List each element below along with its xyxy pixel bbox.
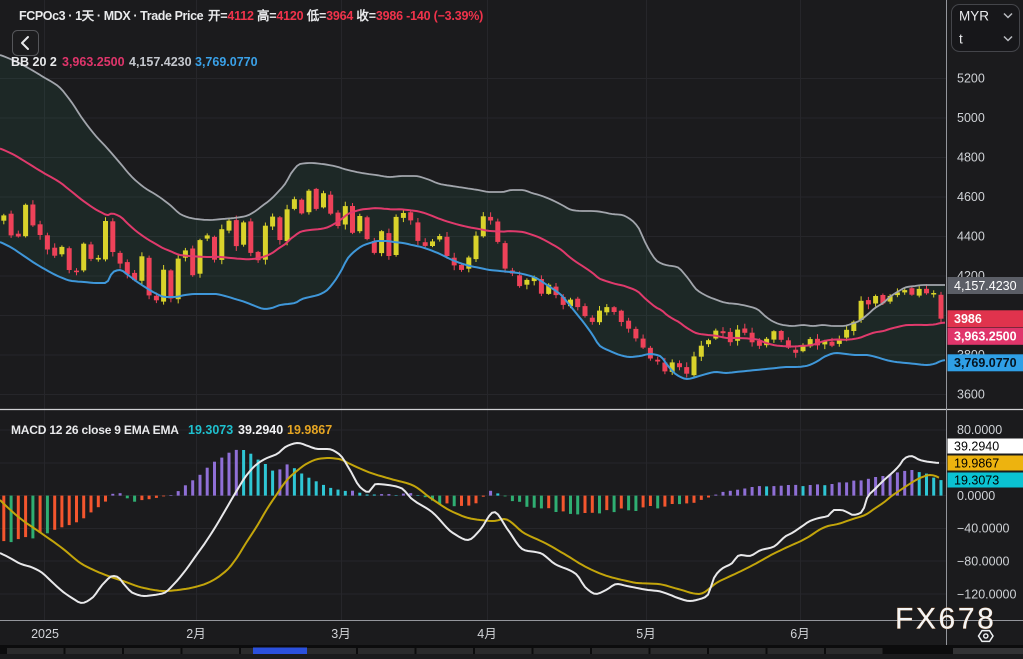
svg-text:开=4112 高=4120 低=3964 收=3986 -1: 开=4112 高=4120 低=3964 收=3986 -140 (−3.39%… [208, 8, 483, 23]
svg-text:4,157.4230: 4,157.4230 [954, 279, 1017, 293]
svg-text:39.2940: 39.2940 [238, 423, 283, 437]
svg-text:19.9867: 19.9867 [954, 456, 999, 470]
svg-text:6月: 6月 [790, 627, 809, 641]
svg-text:4600: 4600 [957, 190, 985, 204]
svg-text:4400: 4400 [957, 230, 985, 244]
svg-text:4,157.4230: 4,157.4230 [129, 55, 192, 69]
svg-text:t: t [959, 32, 963, 47]
svg-text:FCPOc3 · 1天 · MDX · Trade Pric: FCPOc3 · 1天 · MDX · Trade Price [19, 9, 204, 23]
svg-text:MACD 12 26 close 9 EMA EMA: MACD 12 26 close 9 EMA EMA [11, 423, 179, 437]
svg-text:3986: 3986 [954, 312, 982, 326]
svg-text:80.0000: 80.0000 [957, 423, 1002, 437]
svg-text:BB 20 2: BB 20 2 [11, 55, 57, 69]
svg-text:0.0000: 0.0000 [957, 489, 995, 503]
svg-text:2025: 2025 [31, 627, 59, 641]
svg-text:4800: 4800 [957, 151, 985, 165]
svg-text:3月: 3月 [331, 627, 350, 641]
svg-text:−40.0000: −40.0000 [957, 522, 1010, 536]
svg-text:3,769.0770: 3,769.0770 [195, 55, 258, 69]
svg-text:19.3073: 19.3073 [954, 473, 999, 487]
svg-text:5200: 5200 [957, 72, 985, 86]
svg-text:3,963.2500: 3,963.2500 [954, 330, 1017, 344]
svg-text:4月: 4月 [477, 627, 496, 641]
svg-text:2月: 2月 [186, 627, 205, 641]
svg-text:3600: 3600 [957, 388, 985, 402]
svg-text:3,769.0770: 3,769.0770 [954, 356, 1017, 370]
svg-text:−120.0000: −120.0000 [957, 587, 1016, 601]
svg-text:5000: 5000 [957, 111, 985, 125]
svg-text:−80.0000: −80.0000 [957, 554, 1010, 568]
svg-text:39.2940: 39.2940 [954, 439, 999, 453]
svg-text:19.9867: 19.9867 [287, 423, 332, 437]
svg-text:5月: 5月 [636, 627, 655, 641]
svg-text:MYR: MYR [959, 9, 989, 24]
svg-text:19.3073: 19.3073 [188, 423, 233, 437]
svg-text:3,963.2500: 3,963.2500 [62, 55, 125, 69]
